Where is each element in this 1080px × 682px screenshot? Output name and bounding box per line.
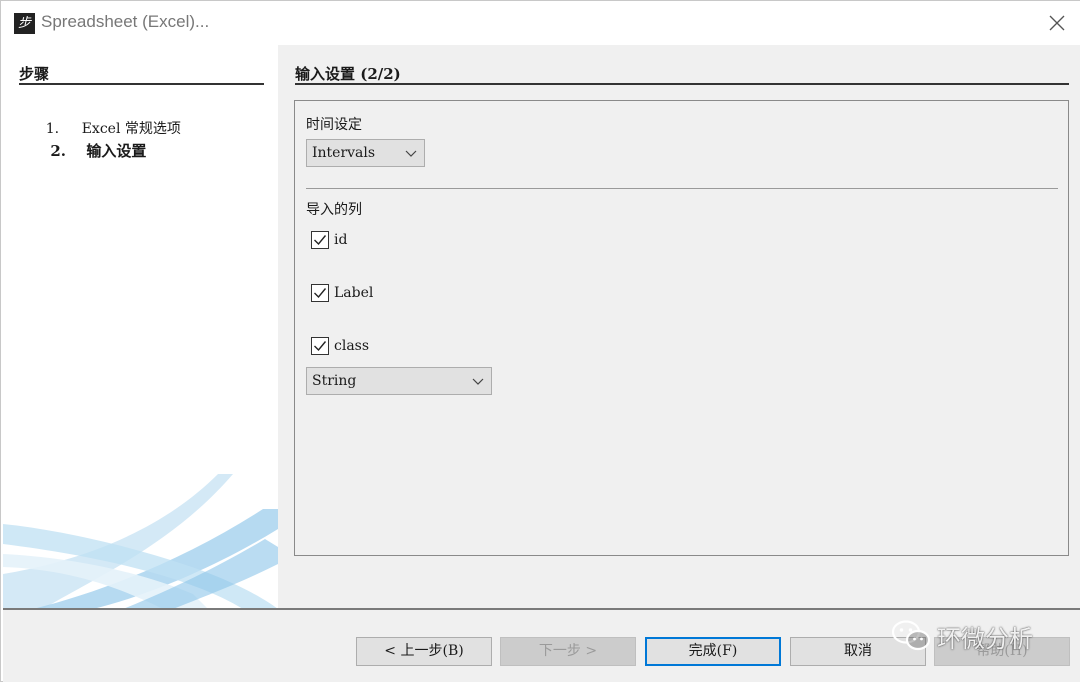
time-setting-label: 时间设定 — [306, 117, 362, 133]
checkmark-icon — [314, 341, 327, 352]
back-button[interactable]: < 上一步(B) — [356, 637, 492, 666]
column-type-dropdown[interactable]: String — [306, 367, 492, 395]
import-columns-label: 导入的列 — [306, 202, 362, 218]
column-type-value: String — [312, 373, 357, 389]
chevron-down-icon — [405, 150, 417, 157]
checkmark-icon — [314, 288, 327, 299]
checkmark-icon — [314, 235, 327, 246]
close-button[interactable] — [1043, 9, 1071, 37]
step-label: 输入设置 — [86, 142, 147, 160]
checkbox[interactable] — [311, 231, 329, 249]
decorative-swoosh — [3, 474, 278, 609]
steps-heading: 步骤 — [19, 65, 50, 83]
main-panel: 输入设置 (2/2) 时间设定 Intervals 导入的列 id Label … — [278, 45, 1080, 609]
time-setting-value: Intervals — [312, 145, 376, 161]
steps-panel: 步骤 1. Excel 常规选项 2. 输入设置 — [3, 45, 278, 609]
steps-divider — [19, 83, 264, 85]
column-label: Label — [334, 285, 374, 301]
watermark-text: 环微分析 — [937, 625, 1033, 653]
dialog-window: 步 Spreadsheet (Excel)... 步骤 1. Excel 常规选项… — [0, 0, 1080, 682]
group-separator — [306, 188, 1058, 189]
settings-group: 时间设定 Intervals 导入的列 id Label class Strin… — [294, 100, 1069, 556]
checkbox[interactable] — [311, 284, 329, 302]
time-setting-dropdown[interactable]: Intervals — [306, 139, 425, 167]
finish-button[interactable]: 完成(F) — [645, 637, 781, 666]
close-icon — [1049, 15, 1065, 31]
wechat-icon — [891, 620, 931, 651]
chevron-down-icon — [472, 378, 484, 385]
window-title: Spreadsheet (Excel)... — [41, 12, 210, 31]
column-label: id — [334, 232, 348, 248]
section-title: 输入设置 (2/2) — [295, 65, 401, 83]
app-icon: 步 — [14, 13, 35, 34]
step-item-input-settings: 2. 输入设置 — [19, 122, 146, 179]
section-divider — [295, 83, 1069, 85]
column-label: class — [334, 338, 370, 354]
step-number: 2. — [50, 142, 67, 160]
next-button[interactable]: 下一步 > — [500, 637, 636, 666]
checkbox[interactable] — [311, 337, 329, 355]
title-bar[interactable]: 步 Spreadsheet (Excel)... — [1, 1, 1080, 45]
